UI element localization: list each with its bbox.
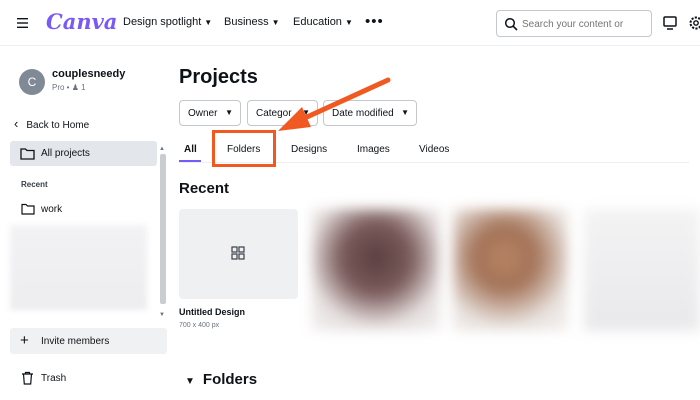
back-to-home-link[interactable]: ‹ Back to Home [14, 116, 89, 131]
main-content: Projects Owner ▼ Categor ▼ Date modified… [168, 46, 700, 400]
member-count: 1 [81, 83, 86, 92]
search-input[interactable] [522, 16, 646, 32]
owner-filter[interactable]: Owner ▼ [179, 100, 241, 126]
more-menu-button[interactable]: ••• [365, 13, 384, 30]
top-bar: Canva Design spotlight ▼ Business ▼ Educat… [0, 0, 700, 46]
design-size: 700 x 400 px [179, 322, 220, 329]
gear-icon[interactable] [688, 15, 700, 31]
chevron-down-icon: ▼ [401, 108, 409, 117]
sidebar-item-all-projects[interactable]: All projects [10, 141, 157, 166]
sidebar-scrollbar[interactable] [160, 154, 166, 304]
tab-designs[interactable]: Designs [291, 144, 327, 155]
nav-label: Business [224, 16, 269, 28]
tab-videos[interactable]: Videos [419, 144, 449, 155]
back-label: Back to Home [26, 120, 90, 131]
chevron-down-icon: ▼ [204, 18, 213, 27]
desktop-icon[interactable] [662, 15, 678, 31]
people-icon: ♟ [71, 83, 79, 92]
filter-label: Owner [188, 108, 218, 119]
invite-label: Invite members [41, 336, 110, 347]
trash-label: Trash [41, 373, 67, 384]
tab-all[interactable]: All [184, 144, 197, 155]
category-filter[interactable]: Categor ▼ [247, 100, 318, 126]
grid-icon [231, 246, 245, 260]
recent-section-title: Recent [179, 180, 230, 197]
folders-heading: Folders [202, 371, 258, 388]
recent-heading: Recent [21, 180, 48, 189]
chevron-down-icon: ▼ [271, 18, 280, 27]
username[interactable]: couplesneedy [52, 68, 125, 80]
blurred-design-thumbnail[interactable] [453, 209, 568, 331]
plus-icon: + [20, 332, 29, 349]
search-icon [504, 17, 518, 31]
arrow-left-icon: ‹ [14, 116, 19, 131]
folder-icon [20, 148, 35, 160]
tab-images[interactable]: Images [357, 144, 390, 155]
sidebar-item-label: All projects [41, 148, 90, 159]
scroll-up-arrow[interactable]: ▲ [159, 146, 165, 152]
blurred-design-thumbnail[interactable] [584, 209, 700, 331]
canva-projects-screen: Canva Design spotlight ▼ Business ▼ Educat… [0, 0, 700, 400]
nav-education[interactable]: Education ▼ [293, 16, 353, 28]
date-modified-filter[interactable]: Date modified ▼ [323, 100, 417, 126]
account-info: Pro • ♟ 1 [52, 83, 86, 92]
nav-label: Education [293, 16, 342, 28]
folder-icon [21, 203, 35, 215]
search-box[interactable] [496, 10, 652, 37]
menu-icon[interactable] [14, 14, 32, 32]
blurred-sidebar-items [10, 225, 147, 310]
annotation-highlight-box [212, 130, 276, 167]
design-thumbnail[interactable] [179, 209, 298, 299]
design-name[interactable]: Untitled Design [179, 307, 245, 317]
trash-icon [22, 371, 33, 385]
filter-label: Categor [256, 108, 292, 119]
nav-design-spotlight[interactable]: Design spotlight ▼ [123, 16, 212, 28]
sidebar-item-label: work [41, 204, 63, 215]
page-title: Projects [179, 66, 258, 88]
nav-business[interactable]: Business ▼ [224, 16, 280, 28]
chevron-down-icon: ▼ [225, 108, 233, 117]
sidebar: C couplesneedy Pro • ♟ 1 ‹ Back to Home A… [0, 46, 168, 400]
invite-members-button[interactable]: + Invite members [10, 328, 167, 354]
plan-label: Pro • [52, 83, 72, 92]
nav-label: Design spotlight [123, 16, 202, 28]
folders-section-title[interactable]: ▼ Folders [185, 371, 257, 388]
filter-label: Date modified [332, 108, 394, 119]
avatar[interactable]: C [19, 69, 45, 95]
chevron-down-icon: ▼ [185, 376, 195, 387]
chevron-down-icon: ▼ [302, 108, 310, 117]
chevron-down-icon: ▼ [344, 18, 353, 27]
scroll-down-arrow[interactable]: ▼ [159, 312, 165, 318]
canva-logo[interactable]: Canva [46, 9, 117, 34]
blurred-design-thumbnail[interactable] [312, 209, 440, 331]
